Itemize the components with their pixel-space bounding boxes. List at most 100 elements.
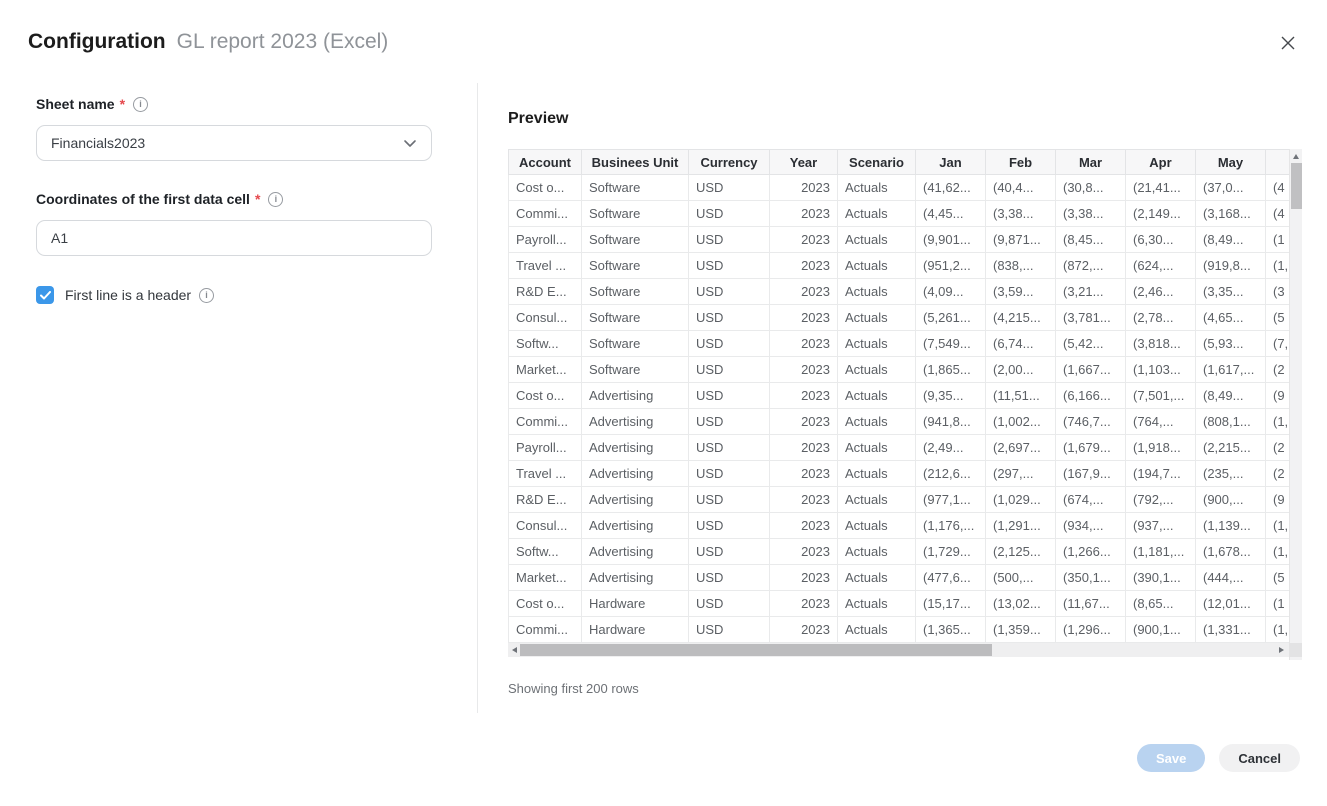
table-cell: (7,549... xyxy=(916,331,986,357)
table-cell: (1,617,... xyxy=(1196,357,1266,383)
cancel-button[interactable]: Cancel xyxy=(1219,744,1300,772)
vertical-scrollbar[interactable] xyxy=(1289,149,1302,660)
sheet-name-label-text: Sheet name xyxy=(36,96,115,112)
horizontal-scrollbar[interactable] xyxy=(508,643,1302,657)
info-icon[interactable]: i xyxy=(133,97,148,112)
scroll-right-icon[interactable] xyxy=(1279,647,1284,653)
table-cell: USD xyxy=(689,591,770,617)
table-cell: Advertising xyxy=(582,435,689,461)
table-cell: Softw... xyxy=(509,539,582,565)
table-cell: (13,02... xyxy=(986,591,1056,617)
table-cell: (6,30... xyxy=(1126,227,1196,253)
table-cell: (900,1... xyxy=(1126,617,1196,643)
table-cell: USD xyxy=(689,461,770,487)
table-row: Commi...AdvertisingUSD2023Actuals(941,8.… xyxy=(509,409,1290,435)
table-cell: (3,59... xyxy=(986,279,1056,305)
scroll-left-icon[interactable] xyxy=(512,647,517,653)
table-cell: (4 xyxy=(1266,201,1290,227)
sheet-name-select[interactable]: Financials2023 xyxy=(36,125,432,161)
table-cell: (1, xyxy=(1266,617,1290,643)
table-cell: (12,01... xyxy=(1196,591,1266,617)
table-cell: (15,17... xyxy=(916,591,986,617)
save-button[interactable]: Save xyxy=(1137,744,1205,772)
table-cell: 2023 xyxy=(770,357,838,383)
table-cell: (3 xyxy=(1266,279,1290,305)
table-cell: (212,6... xyxy=(916,461,986,487)
table-cell: (5,261... xyxy=(916,305,986,331)
column-header: Account xyxy=(509,150,582,175)
table-cell: (37,0... xyxy=(1196,175,1266,201)
table-cell: (2,49... xyxy=(916,435,986,461)
table-cell: (444,... xyxy=(1196,565,1266,591)
table-cell: USD xyxy=(689,305,770,331)
coordinates-label: Coordinates of the first data cell * i xyxy=(36,191,432,207)
table-cell: (167,9... xyxy=(1056,461,1126,487)
table-cell: Consul... xyxy=(509,305,582,331)
table-cell: (297,... xyxy=(986,461,1056,487)
table-cell: Actuals xyxy=(838,513,916,539)
table-cell: Market... xyxy=(509,357,582,383)
table-cell: Commi... xyxy=(509,409,582,435)
table-cell: (624,... xyxy=(1126,253,1196,279)
vertical-scrollbar-thumb[interactable] xyxy=(1291,163,1302,209)
table-cell: USD xyxy=(689,383,770,409)
table-cell: Actuals xyxy=(838,227,916,253)
table-cell: Software xyxy=(582,305,689,331)
table-cell: (2 xyxy=(1266,435,1290,461)
table-cell: Advertising xyxy=(582,487,689,513)
table-cell: Actuals xyxy=(838,565,916,591)
table-cell: Software xyxy=(582,175,689,201)
table-cell: Actuals xyxy=(838,617,916,643)
table-cell: (1, xyxy=(1266,539,1290,565)
column-header: Jan xyxy=(916,150,986,175)
table-cell: Actuals xyxy=(838,175,916,201)
table-cell: (1,176,... xyxy=(916,513,986,539)
table-cell: 2023 xyxy=(770,487,838,513)
close-button[interactable] xyxy=(1277,34,1299,56)
table-cell: Cost o... xyxy=(509,591,582,617)
table-cell: Travel ... xyxy=(509,253,582,279)
table-cell: (2,697... xyxy=(986,435,1056,461)
table-cell: R&D E... xyxy=(509,487,582,513)
first-line-header-checkbox[interactable] xyxy=(36,286,54,304)
table-cell: (2,46... xyxy=(1126,279,1196,305)
table-cell: 2023 xyxy=(770,565,838,591)
table-cell: (1,359... xyxy=(986,617,1056,643)
info-icon[interactable]: i xyxy=(268,192,283,207)
table-cell: (235,... xyxy=(1196,461,1266,487)
column-header: Year xyxy=(770,150,838,175)
table-cell: USD xyxy=(689,513,770,539)
table-cell: Advertising xyxy=(582,461,689,487)
table-cell: USD xyxy=(689,617,770,643)
table-cell: (3,35... xyxy=(1196,279,1266,305)
table-cell: Actuals xyxy=(838,409,916,435)
table-cell: 2023 xyxy=(770,201,838,227)
table-cell: (9 xyxy=(1266,383,1290,409)
table-cell: (941,8... xyxy=(916,409,986,435)
preview-table-container: AccountBusinees UnitCurrencyYearScenario… xyxy=(508,149,1302,657)
table-cell: Consul... xyxy=(509,513,582,539)
scroll-up-icon[interactable] xyxy=(1293,154,1299,159)
table-cell: (1,365... xyxy=(916,617,986,643)
table-cell: (2 xyxy=(1266,461,1290,487)
horizontal-scrollbar-thumb[interactable] xyxy=(520,644,992,656)
table-cell: 2023 xyxy=(770,175,838,201)
coordinates-input[interactable]: A1 xyxy=(36,220,432,256)
table-cell: USD xyxy=(689,175,770,201)
table-cell: (1, xyxy=(1266,409,1290,435)
table-cell: (2,215... xyxy=(1196,435,1266,461)
dialog-title: Configuration xyxy=(28,30,166,54)
table-cell: (21,41... xyxy=(1126,175,1196,201)
table-cell: Travel ... xyxy=(509,461,582,487)
table-row: Softw...SoftwareUSD2023Actuals(7,549...(… xyxy=(509,331,1290,357)
table-cell: (1, xyxy=(1266,253,1290,279)
column-header: Businees Unit xyxy=(582,150,689,175)
table-cell: Commi... xyxy=(509,617,582,643)
info-icon[interactable]: i xyxy=(199,288,214,303)
sheet-name-value: Financials2023 xyxy=(51,135,145,151)
table-cell: (1,865... xyxy=(916,357,986,383)
table-cell: (934,... xyxy=(1056,513,1126,539)
preview-table: AccountBusinees UnitCurrencyYearScenario… xyxy=(508,149,1290,643)
table-cell: 2023 xyxy=(770,331,838,357)
table-cell: (5 xyxy=(1266,305,1290,331)
